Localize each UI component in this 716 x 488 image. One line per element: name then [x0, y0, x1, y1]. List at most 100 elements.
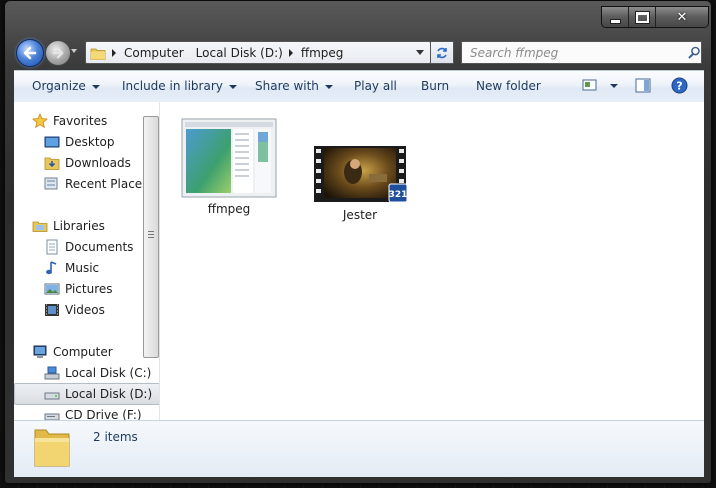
minimize-button[interactable] [602, 7, 629, 27]
drive-icon [44, 386, 60, 402]
svg-text:?: ? [676, 80, 682, 93]
folder-icon [90, 48, 106, 60]
videos-icon [44, 302, 60, 318]
music-note-icon [44, 260, 60, 276]
chevron-down-icon [228, 84, 237, 89]
breadcrumb-separator[interactable] [112, 48, 116, 57]
navigation-scrollbar[interactable] [143, 116, 159, 358]
play-all-button[interactable]: Play all [354, 79, 397, 93]
back-arrow-icon [23, 46, 37, 60]
nav-item-recent-places[interactable]: Recent Places [44, 174, 148, 194]
new-folder-label: New folder [476, 79, 541, 93]
chevron-down-icon [610, 83, 618, 88]
maximize-icon [634, 10, 650, 24]
nav-item-music-label: Music [65, 261, 100, 275]
nav-item-downloads-label: Downloads [65, 156, 131, 170]
play-all-label: Play all [354, 79, 397, 93]
nav-item-local-disk-d-label: Local Disk (D:) [65, 387, 153, 401]
nav-item-desktop[interactable]: Desktop [44, 132, 115, 152]
nav-item-music[interactable]: Music [44, 258, 99, 278]
navigation-pane: Favorites Desktop Downloads Recent Place… [14, 102, 160, 420]
documents-icon [44, 239, 60, 255]
libraries-icon [32, 218, 48, 234]
svg-text:321: 321 [389, 190, 408, 200]
change-view-button[interactable] [582, 78, 618, 92]
search-box [461, 41, 702, 64]
application-window-icon [181, 118, 277, 198]
nav-item-local-disk-c[interactable]: Local Disk (C:) [44, 363, 151, 383]
breadcrumb-separator[interactable] [288, 48, 293, 57]
nav-computer[interactable]: Computer [32, 342, 113, 362]
help-button[interactable]: ? [671, 77, 688, 94]
chevron-down-icon [324, 84, 333, 89]
downloads-folder-icon [44, 155, 60, 171]
file-item-ffmpeg[interactable]: ffmpeg [174, 118, 284, 216]
address-bar[interactable]: Computer Local Disk (D:) ffmpeg [85, 41, 431, 64]
close-button[interactable]: ✕ [656, 7, 708, 27]
burn-label: Burn [421, 79, 450, 93]
nav-item-videos[interactable]: Videos [44, 300, 105, 320]
nav-item-cd-drive-f-label: CD Drive (F:) [65, 408, 142, 420]
nav-favorites[interactable]: Favorites [32, 111, 107, 131]
nav-item-pictures[interactable]: Pictures [44, 279, 113, 299]
main-area: Favorites Desktop Downloads Recent Place… [14, 102, 704, 420]
nav-computer-label: Computer [53, 345, 113, 359]
organize-label: Organize [32, 79, 86, 93]
share-with-button[interactable]: Share with [255, 79, 333, 93]
nav-item-cd-drive-f[interactable]: CD Drive (F:) [44, 405, 142, 420]
refresh-button[interactable] [430, 41, 454, 64]
caption-buttons: ✕ [601, 6, 709, 28]
include-in-library-button[interactable]: Include in library [122, 79, 237, 93]
file-list: ffmpeg 321 Jester [161, 102, 704, 420]
folder-icon [34, 429, 70, 467]
help-icon: ? [671, 77, 688, 94]
nav-libraries[interactable]: Libraries [32, 216, 105, 236]
scrollbar-grip-icon [148, 231, 154, 238]
preview-pane-button[interactable] [635, 78, 651, 93]
recent-pages-dropdown[interactable] [71, 49, 77, 53]
navigation-bar: Computer Local Disk (D:) ffmpeg [14, 37, 704, 67]
address-dropdown-icon[interactable] [416, 50, 424, 55]
nav-item-documents-label: Documents [65, 240, 134, 254]
star-icon [32, 113, 48, 129]
nav-item-downloads[interactable]: Downloads [44, 153, 131, 173]
computer-icon [32, 344, 48, 360]
pictures-icon [44, 281, 60, 297]
close-icon: ✕ [676, 9, 688, 25]
recent-places-icon [44, 176, 60, 192]
forward-button[interactable] [45, 40, 71, 66]
share-with-label: Share with [255, 79, 319, 93]
chevron-down-icon [91, 84, 100, 89]
item-count: 2 items [93, 430, 138, 444]
search-icon[interactable] [688, 46, 701, 59]
back-button[interactable] [16, 39, 44, 67]
details-pane: 2 items [14, 420, 704, 477]
desktop-icon [44, 134, 60, 150]
nav-item-local-disk-d[interactable]: Local Disk (D:) [14, 383, 159, 405]
breadcrumb-ffmpeg[interactable]: ffmpeg [301, 46, 344, 60]
system-drive-icon [44, 365, 60, 381]
nav-item-documents[interactable]: Documents [44, 237, 133, 257]
breadcrumb-computer[interactable]: Computer [124, 46, 184, 60]
nav-item-videos-label: Videos [65, 303, 105, 317]
command-bar: Organize Include in library Share with P… [14, 70, 704, 103]
nav-favorites-label: Favorites [53, 114, 108, 128]
file-name: ffmpeg [207, 202, 251, 216]
cd-drive-icon [44, 407, 60, 420]
nav-libraries-label: Libraries [53, 219, 105, 233]
organize-button[interactable]: Organize [32, 79, 100, 93]
nav-item-pictures-label: Pictures [65, 282, 113, 296]
search-input[interactable] [468, 44, 681, 61]
preview-pane-icon [635, 78, 651, 93]
view-icon [582, 79, 597, 91]
nav-item-recent-places-label: Recent Places [65, 177, 149, 191]
file-item-jester[interactable]: 321 Jester [305, 144, 415, 222]
minimize-icon [609, 18, 621, 24]
nav-item-desktop-label: Desktop [65, 135, 115, 149]
new-folder-button[interactable]: New folder [476, 79, 541, 93]
burn-button[interactable]: Burn [421, 79, 449, 93]
include-in-library-label: Include in library [122, 79, 223, 93]
refresh-icon [437, 47, 447, 58]
maximize-button[interactable] [629, 7, 656, 27]
breadcrumb-local-disk-d[interactable]: Local Disk (D:) [196, 46, 283, 60]
